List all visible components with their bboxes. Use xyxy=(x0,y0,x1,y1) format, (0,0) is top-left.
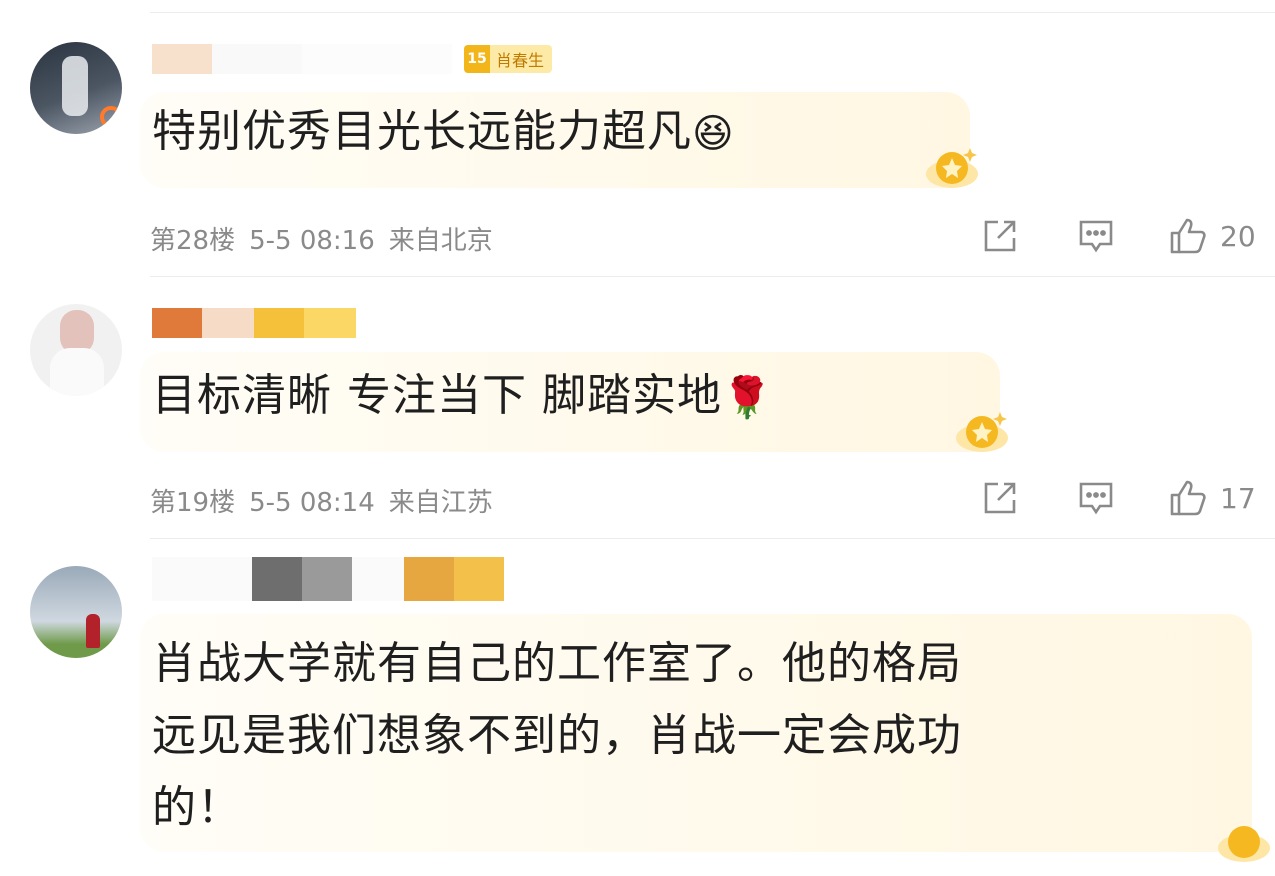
username-blurred[interactable] xyxy=(152,44,452,74)
location: 来自江苏 xyxy=(388,488,493,518)
comment-item: 目标清晰 专注当下 脚踏实地🌹 第19楼 5-5 08:14 来自江苏 17 xyxy=(0,276,1275,538)
comment-text-line: 远见是我们想象不到的，肖战一定会成功 xyxy=(152,710,962,761)
comment-text: 目标清晰 专注当下 脚踏实地🌹 xyxy=(152,364,773,430)
thumbs-up-icon xyxy=(1170,218,1206,254)
comment-text: 特别优秀目光长远能力超凡😆 xyxy=(152,100,735,166)
like-count: 20 xyxy=(1220,219,1256,253)
comment-icon xyxy=(1079,220,1113,253)
username-row xyxy=(152,306,356,340)
comment-text-content: 目标清晰 专注当下 脚踏实地 xyxy=(152,370,722,421)
username-blurred[interactable] xyxy=(152,557,504,601)
comment-text-line: 的！ xyxy=(152,782,242,833)
reply-button[interactable] xyxy=(1076,216,1116,256)
comment-icon xyxy=(1079,482,1113,515)
comment-actions: 20 xyxy=(980,216,1256,256)
avatar[interactable] xyxy=(30,304,122,396)
medal-icon xyxy=(1218,826,1270,862)
comment-item: 肖战大学就有自己的工作室了。他的格局 远见是我们想象不到的，肖战一定会成功 的！ xyxy=(0,538,1275,876)
like-button[interactable]: 17 xyxy=(1168,478,1256,518)
comment-item: 15 肖春生 特别优秀目光长远能力超凡😆 第28楼 5-5 08:16 来自北京 xyxy=(0,0,1275,276)
floor-label: 第19楼 xyxy=(150,488,236,518)
share-button[interactable] xyxy=(980,216,1020,256)
share-icon xyxy=(984,220,1016,252)
comment-text-content: 特别优秀目光长远能力超凡 xyxy=(152,106,692,157)
laughing-emoji-icon: 😆 xyxy=(692,111,735,157)
like-button[interactable]: 20 xyxy=(1168,216,1256,256)
comment-meta: 第19楼 5-5 08:14 来自江苏 xyxy=(150,482,507,519)
badge-level: 15 xyxy=(464,45,490,73)
location: 来自北京 xyxy=(388,226,493,256)
username-blurred[interactable] xyxy=(152,308,356,338)
timestamp: 5-5 08:14 xyxy=(249,488,375,518)
reply-button[interactable] xyxy=(1076,478,1116,518)
share-button[interactable] xyxy=(980,478,1020,518)
username-row xyxy=(152,557,504,601)
badge-label: 肖春生 xyxy=(496,51,545,70)
like-count: 17 xyxy=(1220,481,1256,515)
fan-badge[interactable]: 15 肖春生 xyxy=(464,45,553,73)
rose-emoji-icon: 🌹 xyxy=(721,375,773,421)
medal-icon xyxy=(956,412,1008,452)
comment-text-line: 肖战大学就有自己的工作室了。他的格局 xyxy=(152,638,962,689)
share-icon xyxy=(984,482,1016,514)
username-row: 15 肖春生 xyxy=(152,42,553,76)
floor-label: 第28楼 xyxy=(150,226,236,256)
timestamp: 5-5 08:16 xyxy=(249,226,375,256)
comment-text: 肖战大学就有自己的工作室了。他的格局 远见是我们想象不到的，肖战一定会成功 的！ xyxy=(152,628,962,844)
medal-icon xyxy=(926,148,978,188)
avatar[interactable] xyxy=(30,566,122,658)
comment-actions: 17 xyxy=(980,478,1256,518)
avatar[interactable] xyxy=(30,42,122,134)
comment-meta: 第28楼 5-5 08:16 来自北京 xyxy=(150,220,507,257)
thumbs-up-icon xyxy=(1170,480,1206,516)
